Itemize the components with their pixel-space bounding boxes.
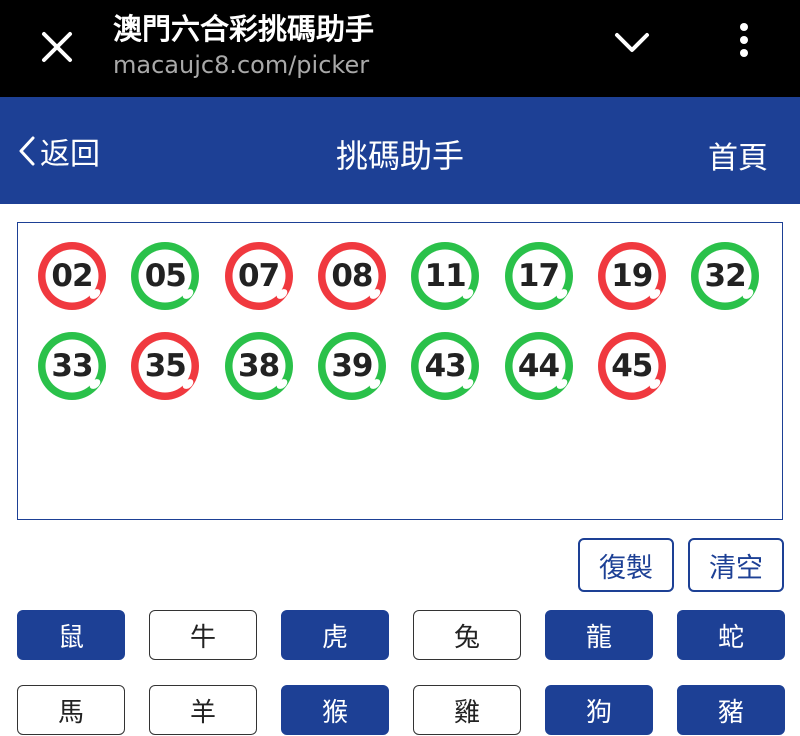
number-ball[interactable]: 17 (503, 240, 575, 312)
ball-number: 44 (517, 348, 560, 384)
number-ball[interactable]: 33 (36, 330, 108, 402)
zodiac-button[interactable]: 猴 (281, 685, 389, 735)
number-ball[interactable]: 19 (596, 240, 668, 312)
number-ball[interactable]: 44 (503, 330, 575, 402)
app-header: 返回 挑碼助手 首頁 (0, 97, 800, 204)
number-ball[interactable]: 07 (223, 240, 295, 312)
ball-number: 02 (51, 258, 93, 294)
selected-numbers-box: 02 05 07 08 11 17 19 32 33 35 38 39 43 44 45 (17, 222, 783, 520)
overflow-menu-button[interactable] (724, 18, 764, 62)
page-title: 澳門六合彩挑碼助手 (113, 12, 375, 46)
zodiac-button[interactable]: 馬 (17, 685, 125, 735)
zodiac-button[interactable]: 鼠 (17, 610, 125, 660)
zodiac-button[interactable]: 龍 (545, 610, 653, 660)
ball-number: 39 (331, 348, 373, 384)
number-ball[interactable]: 38 (223, 330, 295, 402)
copy-button[interactable]: 復製 (578, 538, 674, 592)
ball-number: 19 (611, 258, 653, 294)
number-ball[interactable]: 35 (129, 330, 201, 402)
number-ball[interactable]: 32 (689, 240, 761, 312)
ball-number: 33 (51, 348, 93, 384)
ball-number: 07 (238, 258, 280, 294)
home-button[interactable]: 首頁 (708, 133, 768, 177)
zodiac-button[interactable]: 羊 (149, 685, 257, 735)
chevron-down-icon (615, 33, 649, 52)
ball-number: 08 (331, 258, 373, 294)
number-ball[interactable]: 39 (316, 330, 388, 402)
zodiac-button[interactable]: 虎 (281, 610, 389, 660)
close-icon (42, 32, 72, 62)
close-tab-button[interactable] (30, 20, 84, 74)
number-ball[interactable]: 08 (316, 240, 388, 312)
ball-number: 45 (611, 348, 653, 384)
number-ball[interactable]: 43 (409, 330, 481, 402)
number-ball[interactable]: 02 (36, 240, 108, 312)
ball-number: 35 (144, 348, 187, 384)
zodiac-button[interactable]: 蛇 (677, 610, 785, 660)
more-vertical-icon (740, 23, 748, 57)
page-url: macaujc8.com/picker (113, 51, 370, 79)
zodiac-button[interactable]: 兔 (413, 610, 521, 660)
zodiac-button[interactable]: 豬 (677, 685, 785, 735)
ball-number: 05 (144, 258, 187, 294)
header-title: 挑碼助手 (335, 137, 464, 175)
ball-number: 43 (424, 348, 467, 384)
browser-toolbar: 澳門六合彩挑碼助手 macaujc8.com/picker (0, 0, 800, 97)
ball-number: 32 (704, 258, 747, 294)
ball-number: 38 (238, 348, 280, 384)
ball-number: 17 (517, 258, 560, 294)
number-ball[interactable]: 11 (409, 240, 481, 312)
zodiac-button[interactable]: 雞 (413, 685, 521, 735)
zodiac-button[interactable]: 牛 (149, 610, 257, 660)
zodiac-button[interactable]: 狗 (545, 685, 653, 735)
number-ball[interactable]: 05 (129, 240, 201, 312)
ball-number: 11 (424, 258, 467, 294)
expand-button[interactable] (606, 22, 658, 64)
number-ball[interactable]: 45 (596, 330, 668, 402)
clear-button[interactable]: 清空 (688, 538, 784, 592)
